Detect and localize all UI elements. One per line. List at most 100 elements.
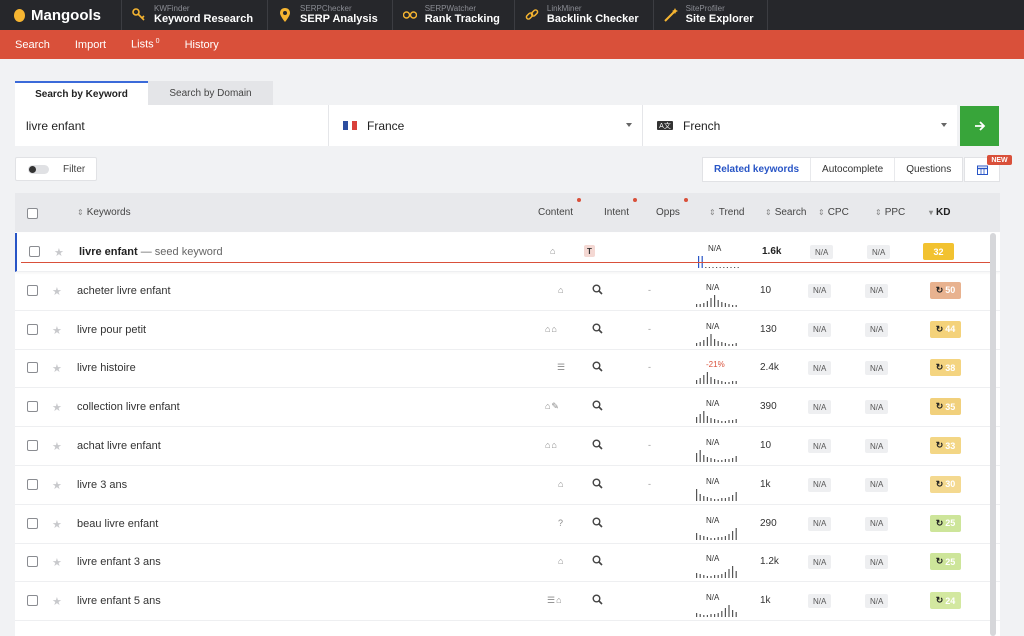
table-row[interactable]: ★ beau livre enfant ? N/A 290 N/A N/A ↻ 2… [15, 505, 1000, 544]
brand-logo[interactable]: Mangools [0, 0, 122, 30]
tool-serpwatcher[interactable]: SERPWatcher Rank Tracking [393, 0, 515, 30]
star-icon[interactable]: ★ [52, 440, 62, 453]
seg-questions[interactable]: Questions [895, 158, 962, 181]
sparkline-bar [703, 339, 705, 346]
toggle-switch[interactable] [28, 164, 49, 174]
col-content[interactable]: Content [538, 198, 582, 218]
nav-history[interactable]: History [185, 39, 219, 51]
language-select[interactable]: A文 French [643, 105, 957, 146]
ppc-value: N/A [865, 439, 889, 453]
col-ppc[interactable]: ⇕ PPC [875, 207, 905, 218]
col-cpc[interactable]: ⇕ CPC [818, 207, 849, 218]
keyword-cell[interactable]: livre enfant — seed keyword [79, 246, 223, 258]
seg-autocomplete[interactable]: Autocomplete [811, 158, 896, 181]
star-icon[interactable]: ★ [52, 324, 62, 337]
sparkline-bar [703, 495, 705, 501]
keyword-cell[interactable]: collection livre enfant [77, 401, 180, 413]
scrollbar[interactable] [990, 233, 996, 636]
row-checkbox[interactable] [27, 440, 38, 451]
search-submit-button[interactable] [960, 106, 999, 146]
kd-badge[interactable]: ↻ 38 [930, 359, 961, 377]
nav-lists[interactable]: Lists 0 [131, 38, 160, 51]
sparkline-bar [717, 498, 719, 501]
kd-badge[interactable]: ↻ 44 [930, 320, 961, 338]
table-row[interactable]: ★ livre pour petit ⌂⌂ - N/A 130 N/A N/A … [15, 311, 1000, 350]
col-search[interactable]: ⇕ Search [765, 207, 806, 218]
row-checkbox[interactable] [27, 478, 38, 490]
col-opps[interactable]: Opps [656, 198, 688, 218]
row-checkbox[interactable] [29, 246, 40, 257]
kd-badge[interactable]: ↻ 25 [930, 553, 961, 571]
kd-badge[interactable]: ↻ 35 [930, 398, 961, 416]
seg-related-keywords[interactable]: Related keywords [703, 158, 812, 181]
keyword-input[interactable]: livre enfant [15, 105, 329, 146]
seed-keyword-row[interactable]: ★ livre enfant — seed keyword ⌂ T N/A 1.… [15, 233, 1000, 272]
keyword-cell[interactable]: livre 3 ans [77, 479, 127, 491]
tool-linkminer[interactable]: LinkMiner Backlink Checker [515, 0, 654, 30]
keyword-cell[interactable]: acheter livre enfant [77, 285, 171, 297]
sparkline-bar [721, 381, 723, 385]
row-checkbox[interactable] [27, 362, 38, 374]
row-checkbox[interactable] [27, 556, 38, 568]
table-row[interactable]: ★ collection livre enfant ⌂✎ N/A 390 N/A… [15, 388, 1000, 428]
star-icon[interactable]: ★ [52, 518, 62, 531]
table-row[interactable]: ★ livre enfant 3 ans ⌂ N/A 1.2k N/A N/A … [15, 543, 1000, 583]
magnifier-icon [592, 478, 606, 490]
sparkline-bar [699, 534, 701, 540]
opps-cell: - [648, 323, 651, 334]
star-icon[interactable]: ★ [54, 246, 64, 259]
keyword-cell[interactable]: livre enfant 5 ans [77, 595, 161, 607]
star-icon[interactable]: ★ [52, 285, 62, 298]
star-icon[interactable]: ★ [52, 401, 62, 414]
row-checkbox[interactable] [27, 517, 38, 529]
tool-kwfinder[interactable]: KWFinder Keyword Research [122, 0, 269, 30]
sparkline-bar [714, 379, 716, 385]
row-checkbox[interactable] [27, 595, 38, 607]
ppc-value: N/A [865, 322, 889, 337]
kd-badge[interactable]: ↻ 24 [930, 592, 961, 610]
table-row[interactable]: ★ acheter livre enfant ⌂ - N/A 10 N/A N/… [15, 272, 1000, 311]
tool-serpchecker[interactable]: SERPChecker SERP Analysis [268, 0, 393, 30]
kd-badge[interactable]: ↻ 50 [930, 281, 961, 299]
star-icon[interactable]: ★ [52, 595, 62, 608]
star-icon[interactable]: ★ [52, 362, 62, 375]
refresh-icon: ↻ [935, 440, 944, 450]
tab-search-by-domain[interactable]: Search by Domain [148, 81, 273, 105]
star-icon[interactable]: ★ [52, 556, 62, 569]
col-intent[interactable]: Intent [604, 198, 638, 218]
keyword-cell[interactable]: livre pour petit [77, 324, 146, 336]
tab-search-by-keyword[interactable]: Search by Keyword [15, 81, 148, 105]
sparkline-bar [728, 605, 730, 618]
keyword-cell[interactable]: achat livre enfant [77, 440, 161, 452]
location-select[interactable]: France [329, 105, 643, 146]
tool-siteprofiler[interactable]: SiteProfiler Site Explorer [654, 0, 769, 30]
sparkline-bar [735, 342, 737, 346]
star-icon[interactable]: ★ [52, 479, 62, 492]
kd-badge[interactable]: ↻ 25 [930, 514, 961, 532]
ppc-value: N/A [865, 361, 889, 376]
table-row[interactable]: ★ livre enfant 5 ans ☰⌂ N/A 1k N/A N/A ↻… [15, 582, 1000, 622]
keyword-cell[interactable]: livre histoire [77, 362, 136, 374]
table-row[interactable]: ★ livre histoire ☰ - -21% 2.4k N/A N/A ↻… [15, 349, 1000, 389]
select-all-checkbox[interactable] [27, 208, 38, 219]
sparkline-bar [703, 455, 705, 462]
row-checkbox[interactable] [27, 401, 38, 413]
col-kd[interactable]: ▾ KD [929, 207, 950, 218]
nav-import[interactable]: Import [75, 39, 106, 51]
filter-toggle[interactable]: Filter [15, 157, 97, 181]
ppc-value: N/A [865, 477, 889, 492]
table-row[interactable]: ★ livre 3 ans ⌂ - N/A 1k N/A N/A ↻ 30 [15, 466, 1000, 505]
kd-badge[interactable]: ↻ 30 [930, 475, 961, 493]
kd-badge[interactable]: ↻ 33 [930, 437, 961, 454]
row-checkbox[interactable] [27, 284, 38, 296]
keyword-cell[interactable]: beau livre enfant [77, 518, 158, 530]
kd-badge[interactable]: 32 [923, 243, 954, 260]
keyword-cell[interactable]: livre enfant 3 ans [77, 556, 161, 568]
cpc-value: N/A [810, 245, 834, 259]
col-trend[interactable]: ⇕ Trend [709, 207, 744, 218]
col-keywords[interactable]: ⇕ Keywords [77, 207, 131, 218]
table-row[interactable]: ★ achat livre enfant ⌂⌂ - N/A 10 N/A N/A… [15, 427, 1000, 466]
nav-search[interactable]: Search [15, 39, 50, 51]
sparkline-bar [732, 343, 734, 346]
row-checkbox[interactable] [27, 323, 38, 335]
